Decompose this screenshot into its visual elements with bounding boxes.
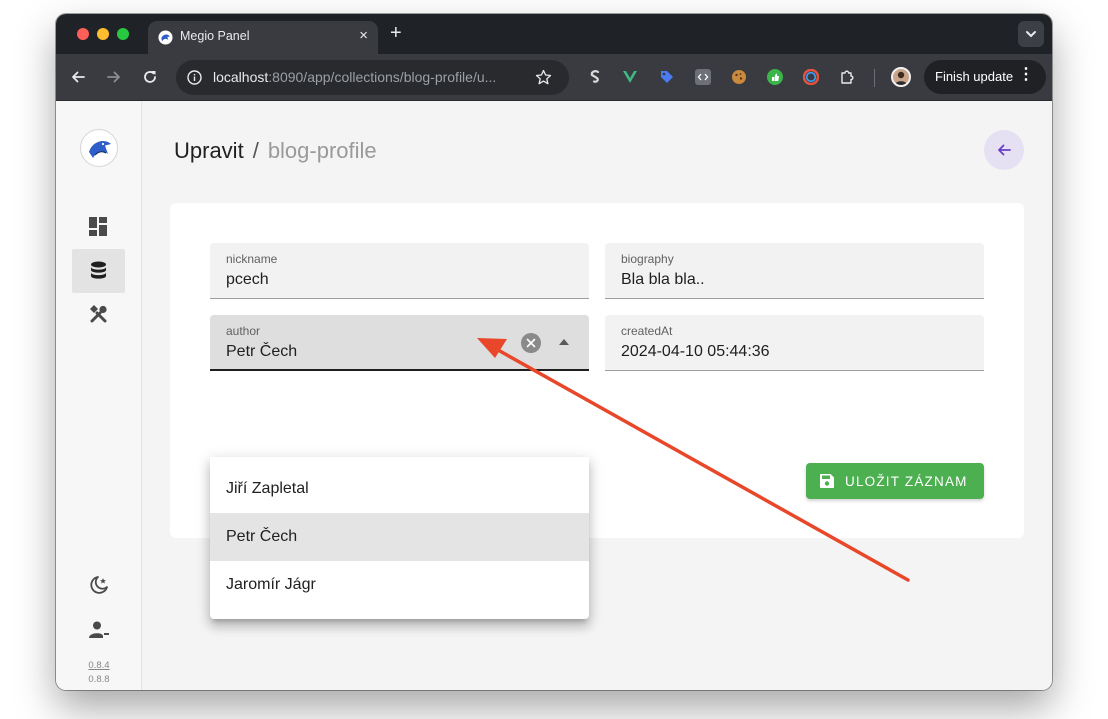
browser-toolbar: localhost:8090/app/collections/blog-prof…	[56, 54, 1052, 101]
author-label: author	[226, 324, 261, 338]
biography-field[interactable]: biography Bla bla bla..	[605, 243, 984, 299]
reload-icon[interactable]	[139, 66, 161, 88]
code-extension-icon[interactable]	[695, 69, 711, 85]
option-label: Jiří Zapletal	[226, 480, 309, 497]
shark-logo-icon	[84, 133, 116, 165]
person-avatar-icon	[895, 71, 907, 85]
edit-form-card: nickname pcech biography Bla bla bla.. a…	[170, 203, 1024, 619]
clear-icon[interactable]	[521, 333, 541, 353]
dropdown-option[interactable]: Jaromír Jágr	[210, 561, 589, 609]
url-host: localhost	[213, 69, 269, 85]
main-content: Upravit / blog-profile nickname pcech biog…	[142, 101, 1052, 690]
author-select[interactable]: author Petr Čech	[210, 315, 589, 371]
author-dropdown-menu: Jiří Zapletal Petr Čech Jaromír Jágr	[210, 457, 589, 619]
tab-search-button[interactable]	[1018, 21, 1044, 47]
maximize-window-button[interactable]	[117, 28, 129, 40]
tab-title: Megio Panel	[180, 29, 250, 43]
forward-arrow-icon[interactable]	[103, 66, 125, 88]
sidebar-item-tools[interactable]	[72, 293, 125, 337]
tab-close-icon[interactable]: ×	[359, 26, 368, 46]
thumbs-up-extension-icon[interactable]	[767, 69, 783, 85]
minimize-window-button[interactable]	[97, 28, 109, 40]
app-version[interactable]: 0.8.4	[56, 660, 142, 671]
caret-up-icon[interactable]	[559, 339, 569, 345]
created-at-label: createdAt	[621, 324, 673, 338]
dropdown-option[interactable]: Jiří Zapletal	[210, 465, 589, 513]
profile-avatar[interactable]	[891, 67, 911, 87]
cookie-extension-icon[interactable]	[731, 69, 747, 85]
option-label: Petr Čech	[226, 528, 298, 545]
more-menu-icon: ⋮	[1018, 66, 1034, 83]
sidebar-item-dashboard[interactable]	[72, 205, 125, 249]
tools-icon	[90, 305, 107, 323]
finish-update-button[interactable]: Finish update ⋮	[924, 60, 1046, 94]
biography-label: biography	[621, 252, 674, 266]
toolbar-separator	[874, 69, 875, 87]
lib-version: 0.8.8	[88, 674, 110, 685]
nickname-value[interactable]: pcech	[226, 271, 269, 289]
collection-name: blog-profile	[267, 138, 377, 163]
app-sidebar: 0.8.4 0.8.8	[56, 101, 142, 690]
megio-favicon-icon	[158, 30, 173, 45]
created-at-value[interactable]: 2024-04-10 05:44:36	[621, 343, 770, 361]
chevron-down-icon	[1026, 31, 1036, 38]
nickname-field[interactable]: nickname pcech	[210, 243, 589, 299]
option-label: Jaromír Jágr	[226, 576, 316, 593]
save-record-label: ULOŽIT ZÁZNAM	[845, 474, 968, 489]
url-path: :8090/app/collections/blog-profile/u...	[268, 69, 497, 85]
close-icon	[526, 338, 536, 348]
megio-logo[interactable]	[80, 129, 118, 167]
user-logout-icon	[89, 621, 109, 638]
back-button[interactable]	[984, 130, 1024, 170]
author-value[interactable]: Petr Čech	[226, 343, 297, 361]
dashboard-icon	[89, 217, 107, 236]
site-info-icon[interactable]	[187, 70, 202, 85]
address-bar[interactable]: localhost:8090/app/collections/blog-prof…	[176, 60, 569, 95]
nickname-label: nickname	[226, 252, 278, 266]
svelte-extension-icon[interactable]	[587, 69, 603, 85]
breadcrumb-separator: /	[252, 138, 259, 163]
close-window-button[interactable]	[77, 28, 89, 40]
browser-tab[interactable]: Megio Panel ×	[148, 21, 378, 54]
arrow-left-icon	[998, 144, 1011, 156]
sidebar-item-collections[interactable]	[72, 249, 125, 293]
bookmark-star-icon[interactable]	[535, 69, 552, 86]
theme-toggle-button[interactable]	[72, 563, 125, 607]
page-title: Upravit	[174, 138, 244, 163]
new-tab-button[interactable]: +	[390, 22, 402, 44]
color-picker-extension-icon[interactable]	[803, 69, 819, 85]
breadcrumb: Upravit / blog-profile	[174, 138, 377, 164]
finish-update-label: Finish update	[935, 69, 1014, 84]
tag-extension-icon[interactable]	[659, 69, 675, 85]
url-text: localhost:8090/app/collections/blog-prof…	[213, 69, 496, 85]
save-record-button[interactable]: ULOŽIT ZÁZNAM	[806, 463, 984, 499]
browser-window: Megio Panel × + localhost:8090/app/colle…	[56, 14, 1052, 690]
dropdown-option-selected[interactable]: Petr Čech	[210, 513, 589, 561]
back-arrow-icon[interactable]	[67, 66, 89, 88]
biography-value[interactable]: Bla bla bla..	[621, 271, 705, 289]
logout-button[interactable]	[72, 608, 125, 652]
tab-strip: Megio Panel × +	[56, 14, 1052, 54]
database-icon	[91, 261, 106, 279]
extensions-puzzle-icon[interactable]	[839, 69, 855, 85]
vue-extension-icon[interactable]	[622, 69, 638, 85]
theme-moon-icon	[90, 576, 108, 594]
created-at-field[interactable]: createdAt 2024-04-10 05:44:36	[605, 315, 984, 371]
floppy-disk-icon	[820, 474, 834, 488]
